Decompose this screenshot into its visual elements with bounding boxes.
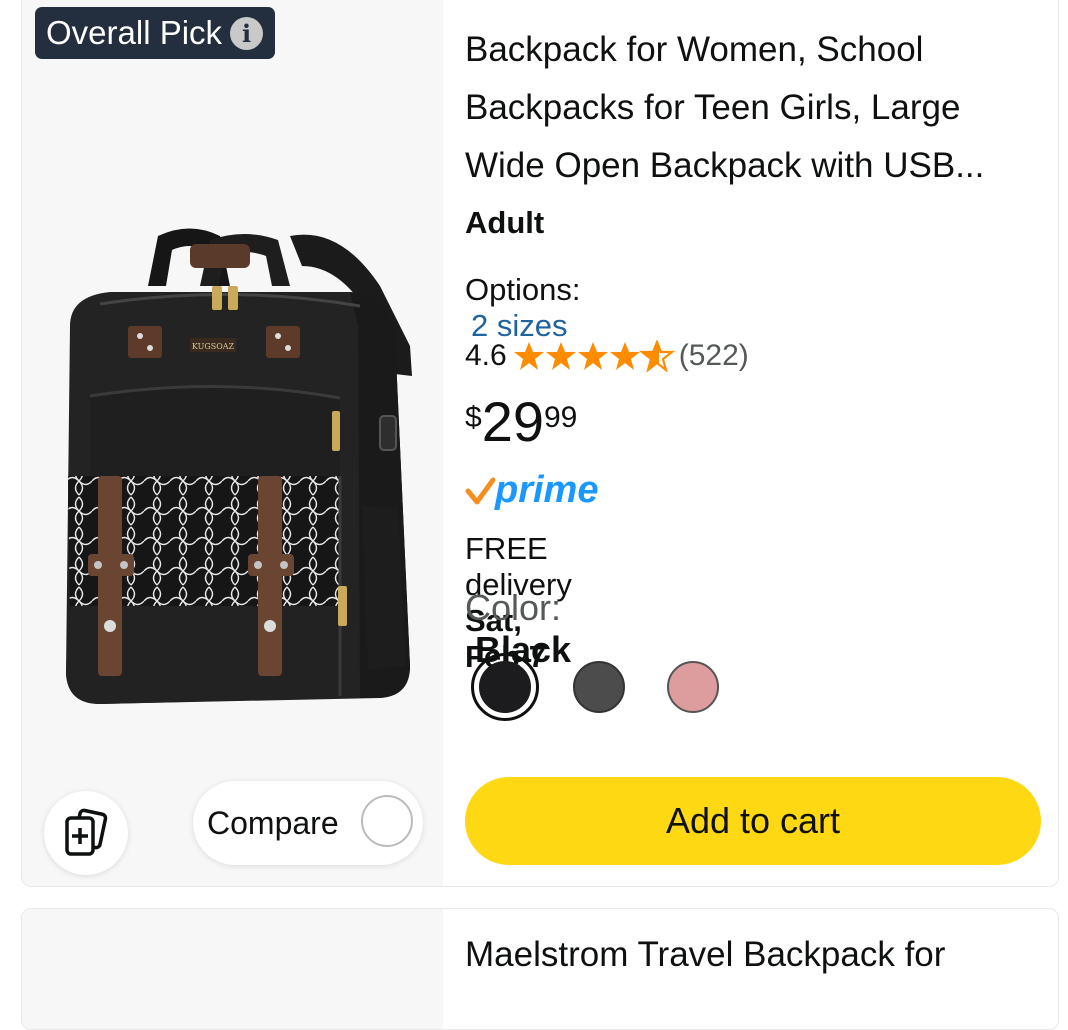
price: $ 29 99 (465, 391, 577, 453)
rating-row[interactable]: 4.6 (522) (465, 339, 749, 373)
product-image-pane-next[interactable] (22, 909, 443, 1029)
prime-check-icon (465, 477, 495, 504)
price-whole: 29 (481, 390, 544, 453)
product-card-next[interactable]: Maelstrom Travel Backpack for (21, 908, 1059, 1030)
info-icon[interactable]: i (230, 16, 264, 50)
compare-checkbox[interactable] (361, 795, 413, 847)
product-card[interactable]: Overall Pick i KUGSOAZ Compare Backpack … (21, 0, 1059, 887)
star-rating (513, 340, 675, 372)
options-label: Options: (465, 272, 581, 307)
next-product-title[interactable]: Maelstrom Travel Backpack for (465, 935, 945, 975)
star-icon (577, 342, 608, 370)
swatch-black[interactable] (471, 653, 539, 721)
color-label: Color: (465, 587, 562, 628)
star-icon (609, 342, 640, 370)
rating-value: 4.6 (465, 339, 507, 372)
product-image[interactable]: KUGSOAZ (40, 226, 430, 726)
star-icon (513, 342, 544, 370)
price-fraction: 99 (543, 401, 578, 434)
add-to-cart-button[interactable]: Add to cart (465, 777, 1041, 865)
options-link[interactable]: 2 sizes (471, 308, 567, 343)
product-title[interactable]: Backpack for Women, School Backpacks for… (465, 21, 1035, 195)
compare-label: Compare (207, 805, 339, 841)
prime-label: prime (495, 469, 599, 511)
overall-pick-badge: Overall Pick i (35, 7, 276, 59)
add-to-list-button[interactable] (44, 791, 128, 875)
add-to-list-icon (65, 808, 108, 856)
swatch-pink[interactable] (659, 653, 727, 721)
prime-badge: prime (465, 469, 598, 512)
options-row: Options: 2 sizes (465, 272, 580, 344)
review-count[interactable]: (522) (679, 339, 749, 373)
price-symbol: $ (465, 401, 482, 434)
product-image-pane[interactable]: Overall Pick i KUGSOAZ Compare (22, 0, 443, 886)
star-icon (545, 342, 576, 370)
compare-toggle[interactable]: Compare (193, 781, 423, 865)
color-swatches (471, 653, 753, 721)
swatch-gray[interactable] (565, 653, 633, 721)
product-audience: Adult (465, 205, 545, 240)
brand-label: KUGSOAZ (192, 342, 235, 351)
badge-label: Overall Pick (46, 14, 223, 51)
